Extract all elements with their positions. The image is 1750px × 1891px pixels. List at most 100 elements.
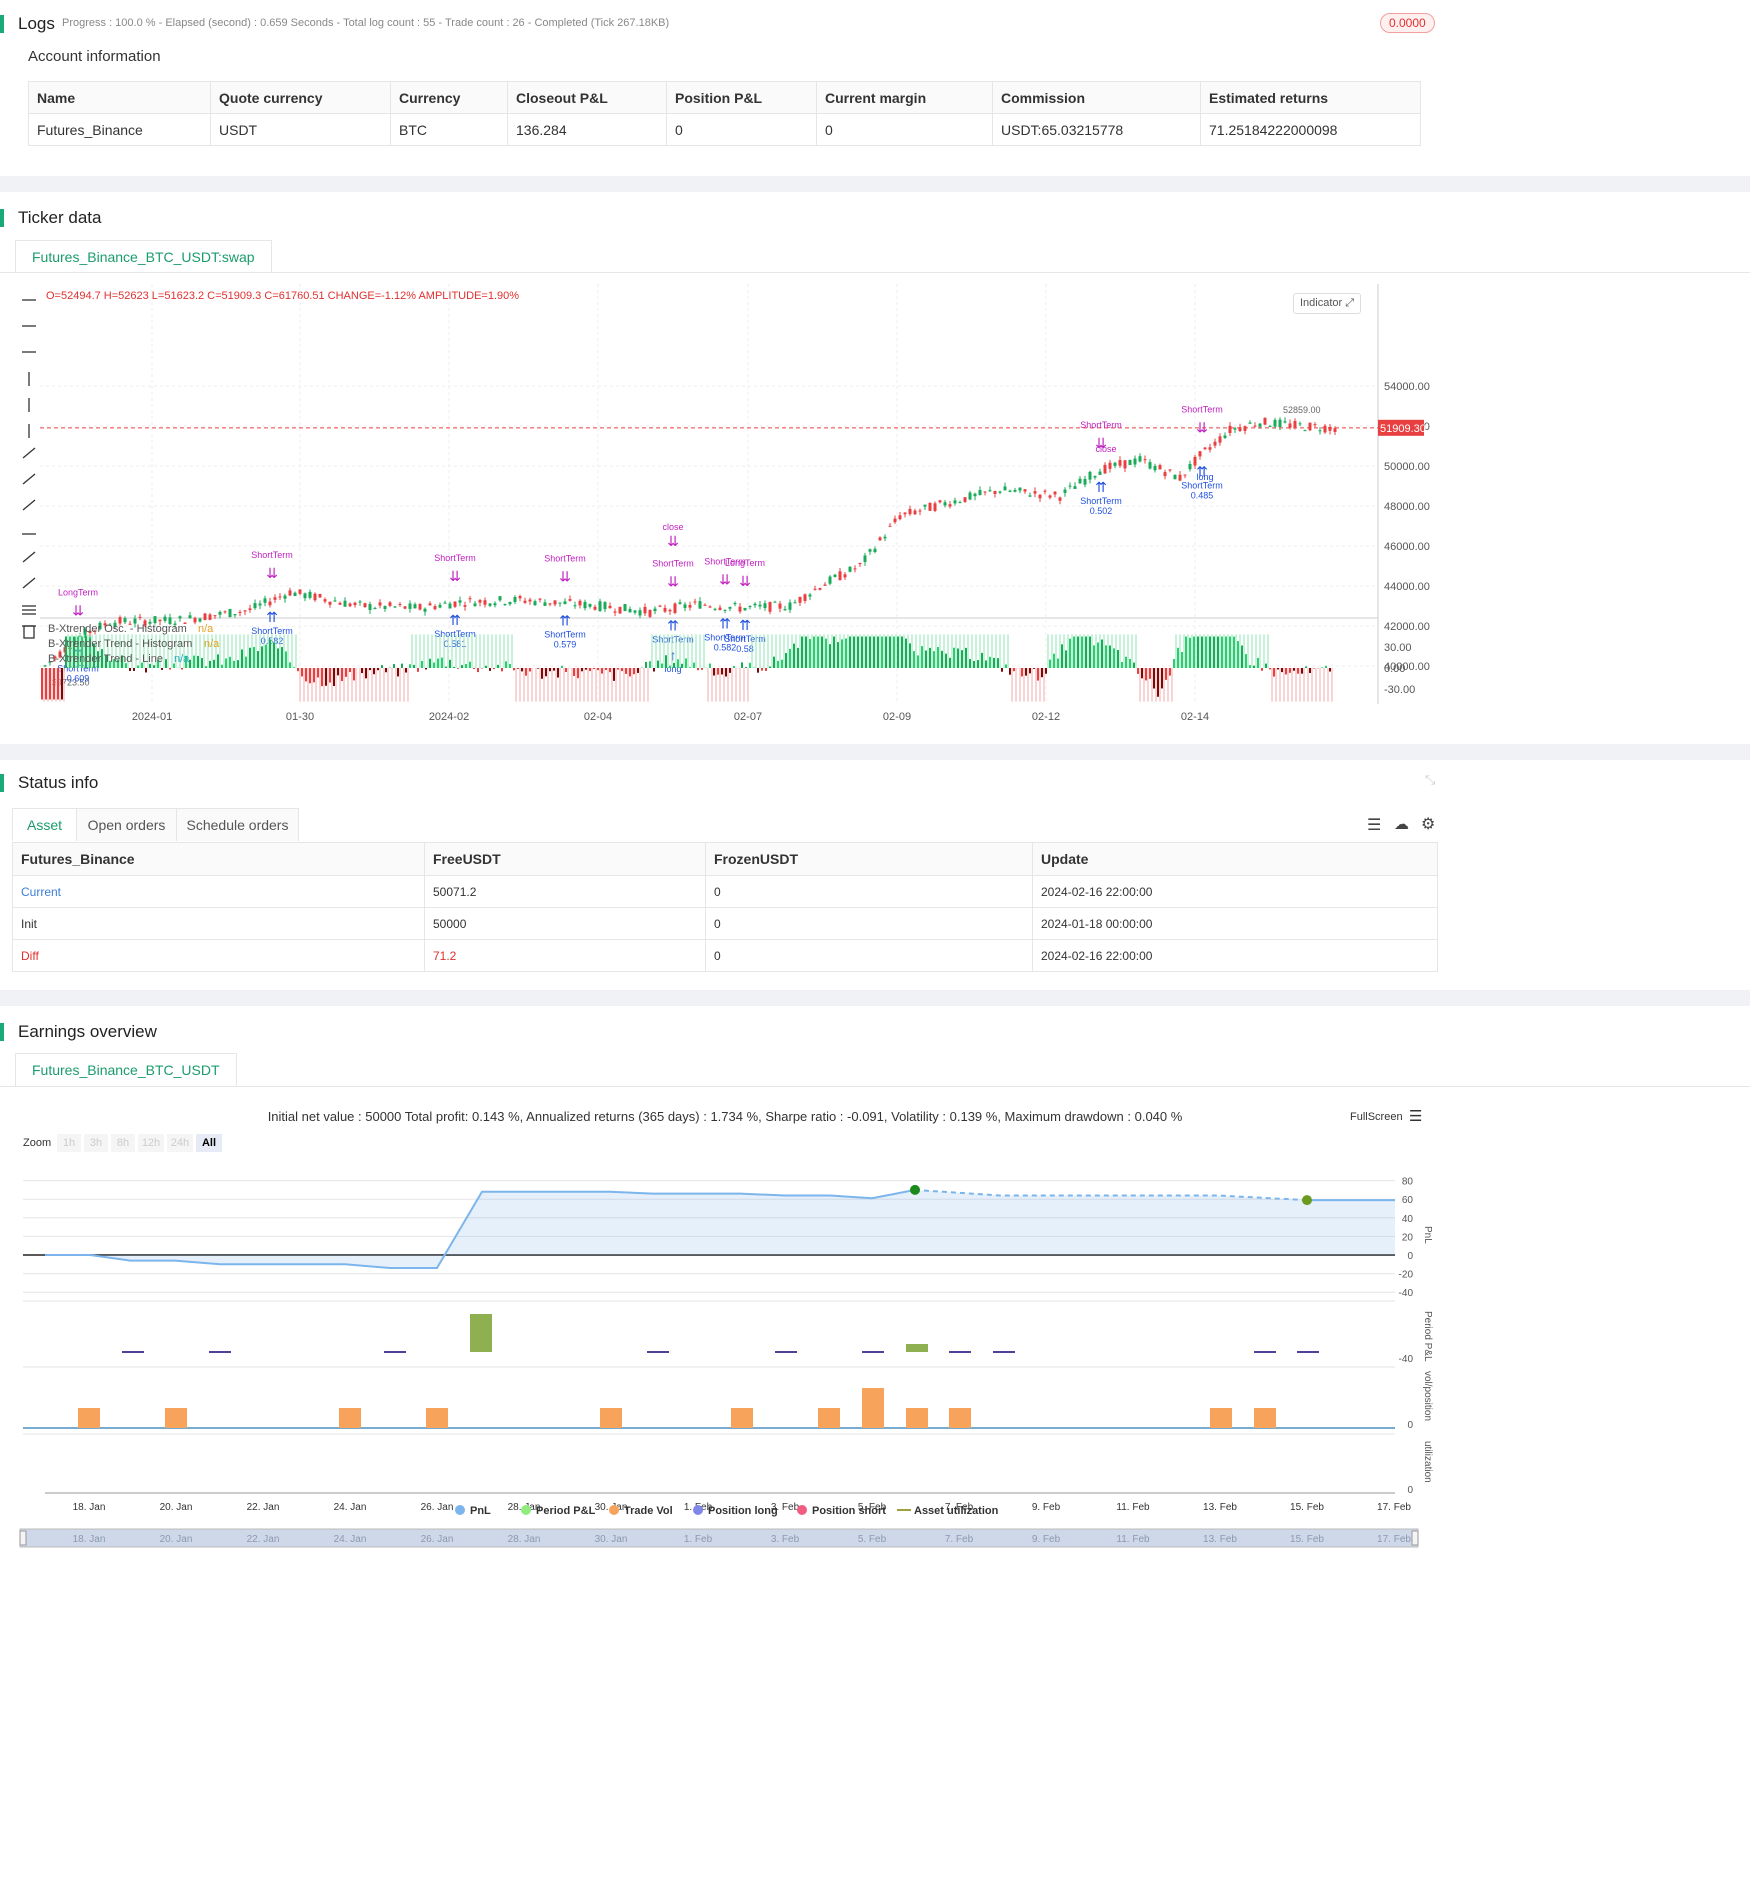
candle-body xyxy=(798,597,802,603)
earnings-chart[interactable]: 80 60 40 20 0 -20 -40 PnL -40 Period P&L 0 vol/posi… xyxy=(0,1156,1450,1891)
candle-body xyxy=(1028,495,1032,497)
x-tick-label: 18. Jan xyxy=(73,1502,106,1513)
period-pnl-bar xyxy=(470,1314,492,1352)
zoom-button-3h[interactable]: 3h xyxy=(84,1134,108,1152)
x-tick-label: 15. Feb xyxy=(1290,1502,1324,1513)
asset-cell: Init xyxy=(12,907,425,940)
account-cell: Futures_Binance xyxy=(28,113,211,146)
buy-arrow-icon: ⇈ xyxy=(449,612,461,628)
candle-body xyxy=(858,563,862,565)
list-icon[interactable]: ☰ xyxy=(1367,815,1381,835)
candle-body xyxy=(838,571,842,581)
buy-arrow-icon: ⇈ xyxy=(667,617,679,633)
candle-body xyxy=(758,604,762,607)
marker-label: ShortTerm xyxy=(1080,496,1122,506)
asset-cell[interactable]: Current xyxy=(12,875,425,908)
navigator-label: 13. Feb xyxy=(1203,1534,1237,1545)
candle-body xyxy=(588,603,592,607)
candle-body xyxy=(788,602,792,610)
zoom-button-24h[interactable]: 24h xyxy=(167,1134,193,1152)
tab-asset[interactable]: Asset xyxy=(13,809,77,841)
marker-label: long xyxy=(1196,472,1213,482)
candle-body xyxy=(408,603,412,609)
x-tick-label: 13. Feb xyxy=(1203,1502,1237,1513)
asset-cell: 2024-02-16 22:00:00 xyxy=(1032,939,1438,972)
account-cell: 0 xyxy=(666,113,817,146)
asset-header: FreeUSDT xyxy=(424,842,706,876)
logs-status: Progress : 100.0 % - Elapsed (second) : … xyxy=(62,17,670,29)
marker-label: ShortTerm xyxy=(1080,420,1122,430)
zoom-label: Zoom xyxy=(23,1137,52,1149)
tab-schedule-orders[interactable]: Schedule orders xyxy=(177,809,298,841)
candle-body xyxy=(1013,489,1017,492)
candle-body xyxy=(948,504,952,507)
candle-body xyxy=(1158,465,1162,470)
price-tag-label: 51909.30 xyxy=(1380,423,1426,435)
candle-body xyxy=(1148,462,1152,469)
account-cell: 0 xyxy=(816,113,993,146)
candle-body xyxy=(633,610,637,613)
x-tick-label: 9. Feb xyxy=(1032,1502,1061,1513)
legend-value: n/a xyxy=(174,653,190,665)
tab-open-orders[interactable]: Open orders xyxy=(77,809,177,841)
tab-ticker-symbol[interactable]: Futures_Binance_BTC_USDT:swap xyxy=(15,240,272,272)
candle-body xyxy=(1318,430,1322,432)
candle-body xyxy=(913,510,917,515)
candle-body xyxy=(818,588,822,590)
candle-body xyxy=(573,605,577,607)
trade-vol-bar xyxy=(165,1408,187,1428)
candle-body xyxy=(1098,471,1102,475)
ticker-title: Ticker data xyxy=(0,208,102,227)
candle-body xyxy=(1228,425,1232,434)
candle-body xyxy=(258,603,262,606)
pnl-tick-label: 0 xyxy=(1407,1251,1413,1262)
candle-body xyxy=(343,600,347,607)
candle-body xyxy=(518,596,522,599)
tab-earnings-symbol[interactable]: Futures_Binance_BTC_USDT xyxy=(15,1053,237,1086)
navigator-label: 28. Jan xyxy=(508,1534,541,1545)
price-chart[interactable]: 54000.0052000.0050000.0048000.0046000.00… xyxy=(0,284,1440,724)
candle-body xyxy=(1128,459,1132,466)
candle-body xyxy=(1218,436,1222,443)
zoom-button-1h[interactable]: 1h xyxy=(57,1134,81,1152)
candle-body xyxy=(1333,428,1337,432)
candle-body xyxy=(448,603,452,609)
legend-value: n/a xyxy=(198,623,214,635)
menu-icon[interactable]: ☰ xyxy=(1409,1107,1422,1125)
legend-value: n/a xyxy=(204,638,220,650)
trade-vol-bar xyxy=(1210,1408,1232,1428)
ticker-card: Ticker data Futures_Binance_BTC_USDT:swa… xyxy=(0,192,1750,744)
candle-body xyxy=(1263,417,1267,425)
candle-body xyxy=(528,599,532,602)
asset-cell: 0 xyxy=(705,939,1033,972)
earnings-card: Earnings overview Futures_Binance_BTC_US… xyxy=(0,1006,1750,1891)
collapse-icon[interactable]: ⤡ xyxy=(1425,772,1435,788)
candle-body xyxy=(783,609,787,611)
candle-body xyxy=(388,602,392,606)
candle-body xyxy=(808,594,812,597)
navigator-label: 3. Feb xyxy=(771,1534,800,1545)
marker-label: close xyxy=(1095,444,1116,454)
x-tick-label: 02-04 xyxy=(584,711,612,723)
candle-body xyxy=(613,611,617,613)
asset-row-init: Init 50000 0 2024-01-18 00:00:00 xyxy=(12,907,1438,940)
asset-row-diff: Diff 71.2 0 2024-02-16 22:00:00 xyxy=(12,939,1438,972)
zoom-button-12h[interactable]: 12h xyxy=(138,1134,164,1152)
candle-body xyxy=(1278,419,1282,427)
candle-body xyxy=(598,601,602,611)
legend-label: Trade Vol xyxy=(624,1505,673,1517)
account-cell: BTC xyxy=(390,113,508,146)
legend-label: PnL xyxy=(470,1505,491,1517)
legend-label: Asset utilization xyxy=(914,1505,999,1517)
candle-body xyxy=(553,600,557,605)
earnings-title: Earnings overview xyxy=(0,1022,157,1041)
fullscreen-button[interactable]: FullScreen xyxy=(1350,1111,1403,1123)
pnl-tick-label: 60 xyxy=(1402,1195,1414,1206)
zoom-button-8h[interactable]: 8h xyxy=(111,1134,135,1152)
cloud-download-icon[interactable]: ☁ xyxy=(1394,815,1409,833)
gear-icon[interactable]: ⚙ xyxy=(1421,814,1435,834)
account-table: Name Quote currency Currency Closeout P&… xyxy=(28,81,1421,146)
candle-body xyxy=(1173,474,1177,480)
navigator-label: 17. Feb xyxy=(1377,1534,1411,1545)
zoom-button-all[interactable]: All xyxy=(196,1134,222,1152)
